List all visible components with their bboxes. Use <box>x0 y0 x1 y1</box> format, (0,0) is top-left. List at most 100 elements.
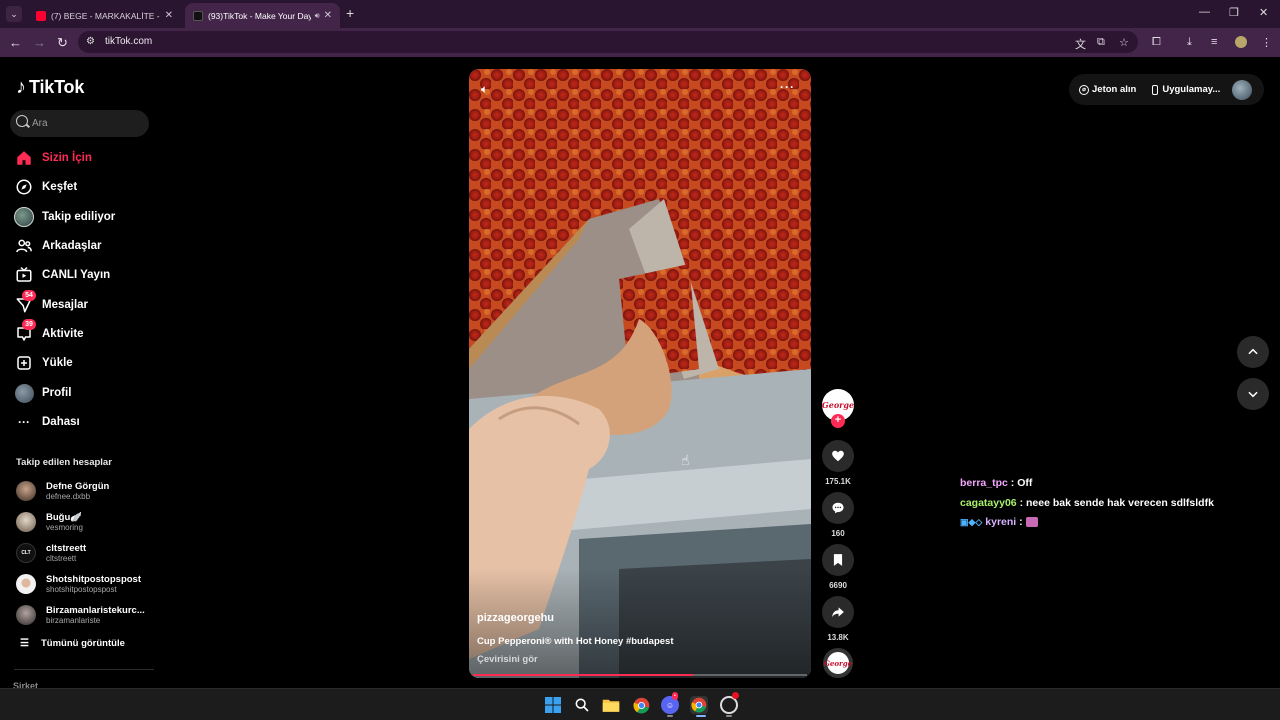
next-video-button[interactable] <box>1237 378 1269 410</box>
menu-kebab-icon[interactable]: ⋮ <box>1261 36 1272 49</box>
nav-messages[interactable]: 54 Mesajlar <box>14 290 154 318</box>
video-progress-bar[interactable] <box>473 674 807 676</box>
followed-account[interactable]: Buğu🪽 vesmoring <box>16 509 156 535</box>
see-all-label: Tümünü görüntüle <box>40 638 125 649</box>
media-control-icon[interactable]: ≡ <box>1211 36 1217 48</box>
chat-message: cagatayy06 : neee bak sende hak verecen … <box>960 497 1214 509</box>
bookmark-star-icon[interactable]: ☆ <box>1119 36 1129 49</box>
tab-youtube[interactable]: (7) BEGE - MARKAKALİTE - YouTube ✕ <box>28 3 181 28</box>
nav-live[interactable]: CANLI Yayın <box>14 262 154 288</box>
share-icon <box>832 607 844 618</box>
close-window-button[interactable]: ✕ <box>1259 6 1268 19</box>
comment-icon <box>832 502 844 514</box>
tab-title: (7) BEGE - MARKAKALİTE - YouTube <box>51 10 161 21</box>
nav-label: Sizin İçin <box>42 152 92 164</box>
windows-start-icon[interactable] <box>544 696 562 714</box>
search-icon[interactable] <box>573 696 591 714</box>
profile-avatar-icon[interactable] <box>1235 36 1247 48</box>
phone-icon <box>1152 84 1159 95</box>
followed-account[interactable]: CLT cltstreett cltstreett <box>16 540 156 566</box>
coin-icon: ⌀ <box>1079 84 1089 95</box>
running-indicator <box>667 715 673 717</box>
account-name: Shotshitpostopspost <box>46 573 141 585</box>
messages-badge: 54 <box>22 290 36 301</box>
translate-icon[interactable]: 文 <box>1075 36 1086 52</box>
minimize-button[interactable]: — <box>1199 6 1210 18</box>
messages-icon: 54 <box>14 290 36 315</box>
sound-disc[interactable]: George <box>823 648 853 678</box>
nav-explore[interactable]: Keşfet <box>14 174 154 200</box>
followed-account[interactable]: Defne Görgün defnee.dxbb <box>16 478 156 504</box>
extensions-icon[interactable]: ⧠ <box>1152 36 1161 49</box>
browser-tab-strip: ⌄ (7) BEGE - MARKAKALİTE - YouTube ✕ (93… <box>0 0 1280 28</box>
followed-accounts-title: Takip edilen hesaplar <box>16 457 112 468</box>
nav-more[interactable]: ··· Dahası <box>14 409 154 435</box>
save-button[interactable] <box>822 544 854 576</box>
site-info-icon[interactable]: ⚙ <box>86 36 95 47</box>
url-text: tikTok.com <box>105 36 153 47</box>
chrome-icon[interactable] <box>690 696 708 714</box>
emote-icon <box>1025 517 1038 528</box>
live-icon <box>14 265 34 285</box>
nav-following[interactable]: Takip ediliyor <box>14 204 154 230</box>
nav-label: Dahası <box>42 416 80 428</box>
compass-icon <box>14 177 34 197</box>
logo-text: TikTok <box>29 77 85 97</box>
nav-for-you[interactable]: Sizin İçin <box>14 145 154 171</box>
comment-button[interactable] <box>822 492 854 524</box>
speaker-icon[interactable]: 🔊︎ <box>315 11 320 21</box>
search-input[interactable] <box>32 115 142 132</box>
nav-upload[interactable]: Yükle <box>14 350 154 376</box>
share-button[interactable] <box>822 596 854 628</box>
chrome-icon[interactable] <box>632 696 650 714</box>
avatar[interactable] <box>1232 80 1252 100</box>
new-tab-button[interactable]: + <box>346 5 354 21</box>
steam-icon[interactable] <box>720 692 739 714</box>
restore-button[interactable]: ❐ <box>1229 6 1239 19</box>
back-icon[interactable]: ← <box>9 35 22 50</box>
like-button[interactable] <box>822 440 854 472</box>
chat-message: berra_tpc : Off <box>960 477 1033 489</box>
tab-tiktok[interactable]: (93)TikTok - Make Your Day 🔊︎ ✕ <box>185 3 340 28</box>
account-handle: defnee.dxbb <box>46 491 91 501</box>
search-box[interactable] <box>10 110 149 137</box>
nav-friends[interactable]: Arkadaşlar <box>14 233 154 259</box>
tiktok-logo[interactable]: ♪ TikTok <box>16 76 84 99</box>
previous-video-button[interactable] <box>1237 336 1269 368</box>
install-app-icon[interactable]: ⧉ <box>1097 36 1105 49</box>
file-explorer-icon[interactable] <box>602 696 620 714</box>
search-icon <box>16 115 28 127</box>
get-app-label: Uygulamay... <box>1162 84 1221 95</box>
close-icon[interactable]: ✕ <box>165 10 173 21</box>
followed-account[interactable]: Shotshitpostopspost shotshitpostopspost <box>16 571 156 597</box>
video-author[interactable]: pizzageorgehu <box>477 612 554 624</box>
see-translation-link[interactable]: Çevirisini gör <box>477 654 538 665</box>
tab-title: (93)TikTok - Make Your Day <box>208 10 311 21</box>
nav-activity[interactable]: 39 Aktivite <box>14 319 154 347</box>
active-indicator <box>696 715 706 717</box>
get-coins-button[interactable]: ⌀ Jeton alın <box>1079 84 1136 95</box>
avatar <box>16 481 36 501</box>
more-options-icon[interactable]: ··· <box>780 80 795 94</box>
close-icon[interactable]: ✕ <box>324 10 332 21</box>
discord-icon[interactable]: ☺ • <box>661 692 679 714</box>
address-bar[interactable]: ⚙ tikTok.com <box>78 31 1138 53</box>
video-caption: Cup Pepperoni® with Hot Honey #budapest <box>477 636 674 647</box>
see-all-link[interactable]: ☰ Tümünü görüntüle <box>20 638 125 649</box>
forward-icon[interactable]: → <box>33 35 46 50</box>
account-name: Birzamanlaristekurc... <box>46 604 145 616</box>
follow-plus-icon[interactable]: + <box>831 414 845 428</box>
nav-label: Aktivite <box>42 328 84 340</box>
nav-label: Keşfet <box>42 181 78 193</box>
nav-label: Profil <box>42 387 72 399</box>
video-player[interactable]: 🔈︎ ··· pizzageorgehu Cup Pepperoni® with… <box>469 69 811 678</box>
video-progress-fill <box>473 674 694 676</box>
get-app-button[interactable]: Uygulamay... <box>1152 84 1220 95</box>
tab-search-button[interactable]: ⌄ <box>6 6 22 22</box>
download-icon[interactable]: ⤓ <box>1187 36 1192 49</box>
followed-account[interactable]: Birzamanlaristekurc... birzamanlariste <box>16 602 156 628</box>
reload-icon[interactable]: ↻ <box>57 35 68 51</box>
speaker-icon[interactable]: 🔈︎ <box>481 82 488 97</box>
windows-taskbar: ☺ • <box>0 688 1280 720</box>
nav-profile[interactable]: Profil <box>14 380 154 406</box>
